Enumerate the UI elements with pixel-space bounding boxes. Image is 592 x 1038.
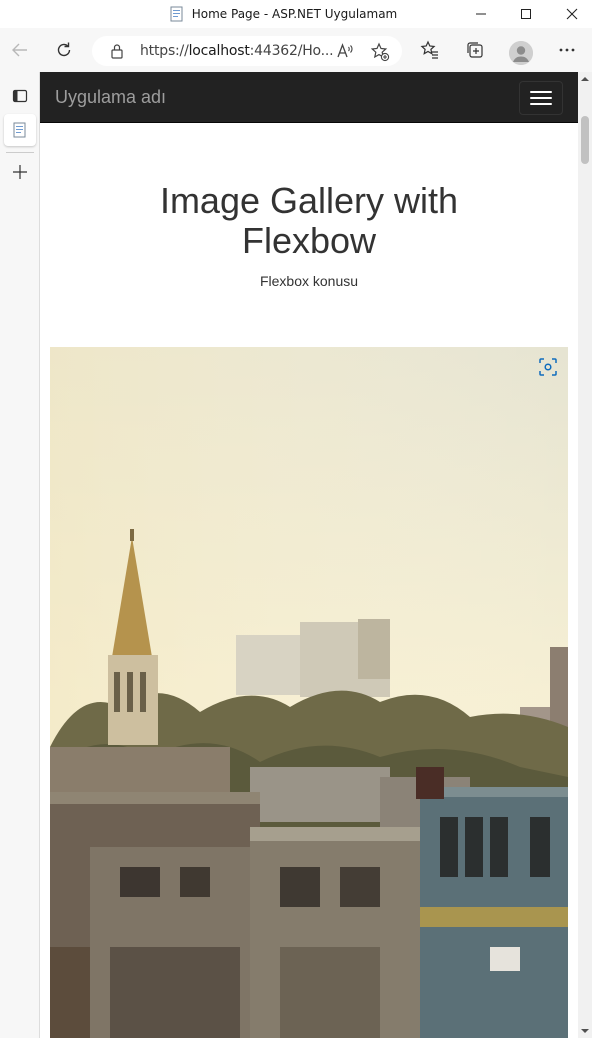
close-icon bbox=[566, 8, 578, 20]
refresh-icon bbox=[57, 42, 71, 57]
vertical-tabs-sidebar bbox=[0, 72, 40, 1038]
lock-icon[interactable] bbox=[110, 43, 124, 64]
browser-window: Home Page - ASP.NET Uygulamam https://lo… bbox=[0, 0, 592, 1038]
page-heading: Image Gallery with Flexbow bbox=[159, 180, 459, 261]
page-subheading: Flexbox konusu bbox=[259, 273, 359, 289]
sidebar-divider bbox=[6, 152, 34, 153]
title-area: Home Page - ASP.NET Uygulamam bbox=[0, 0, 462, 28]
window-title: Home Page - ASP.NET Uygulamam bbox=[191, 7, 398, 21]
gallery-image bbox=[50, 347, 568, 1038]
hamburger-bar bbox=[530, 91, 552, 93]
hamburger-bar bbox=[530, 97, 552, 99]
minimize-icon bbox=[476, 13, 486, 15]
url-text[interactable]: https://localhost:44362/Ho... bbox=[140, 43, 334, 59]
active-tab[interactable] bbox=[4, 114, 36, 146]
add-favorite-icon[interactable] bbox=[370, 42, 390, 67]
app-brand-link[interactable]: Uygulama adı bbox=[55, 87, 166, 108]
page-icon bbox=[170, 6, 184, 22]
collections-button[interactable] bbox=[459, 34, 491, 66]
visual-search-icon bbox=[539, 358, 557, 376]
profile-avatar[interactable] bbox=[509, 41, 533, 65]
active-tab-icon bbox=[13, 122, 26, 138]
tab-actions-icon bbox=[12, 89, 28, 103]
browser-toolbar: https://localhost:44362/Ho... bbox=[0, 28, 592, 72]
navbar-toggle-button[interactable] bbox=[519, 81, 563, 115]
scrollbar-thumb[interactable] bbox=[581, 116, 589, 164]
profile-icon bbox=[509, 41, 533, 65]
refresh-button[interactable] bbox=[48, 34, 80, 66]
maximize-icon bbox=[521, 9, 531, 19]
url-scheme: https:// bbox=[140, 43, 189, 59]
back-icon bbox=[12, 43, 27, 57]
tab-actions-button[interactable] bbox=[4, 80, 36, 112]
favorites-button[interactable] bbox=[414, 34, 446, 66]
collections-icon bbox=[467, 42, 483, 58]
new-tab-icon bbox=[13, 165, 27, 179]
web-page: Uygulama adı Image Gallery with Flexbow … bbox=[40, 72, 578, 1038]
scroll-down-icon[interactable] bbox=[578, 1026, 592, 1036]
app-navbar: Uygulama adı bbox=[40, 72, 578, 123]
visual-search-button[interactable] bbox=[538, 357, 558, 377]
scroll-up-icon[interactable] bbox=[578, 74, 592, 84]
close-button[interactable] bbox=[549, 0, 592, 28]
url-host: localhost bbox=[188, 43, 250, 59]
more-icon bbox=[559, 48, 575, 52]
new-tab-button[interactable] bbox=[4, 156, 36, 188]
more-button[interactable] bbox=[551, 34, 583, 66]
url-path: :44362/Ho... bbox=[249, 43, 334, 59]
favorites-icon bbox=[420, 40, 438, 59]
back-button[interactable] bbox=[4, 34, 36, 66]
maximize-button[interactable] bbox=[503, 0, 549, 28]
title-bar: Home Page - ASP.NET Uygulamam bbox=[0, 0, 592, 28]
address-bar[interactable]: https://localhost:44362/Ho... bbox=[92, 36, 402, 66]
page-scrollbar[interactable] bbox=[578, 72, 592, 1038]
hamburger-bar bbox=[530, 103, 552, 105]
read-aloud-icon[interactable] bbox=[336, 42, 354, 65]
minimize-button[interactable] bbox=[458, 0, 504, 28]
